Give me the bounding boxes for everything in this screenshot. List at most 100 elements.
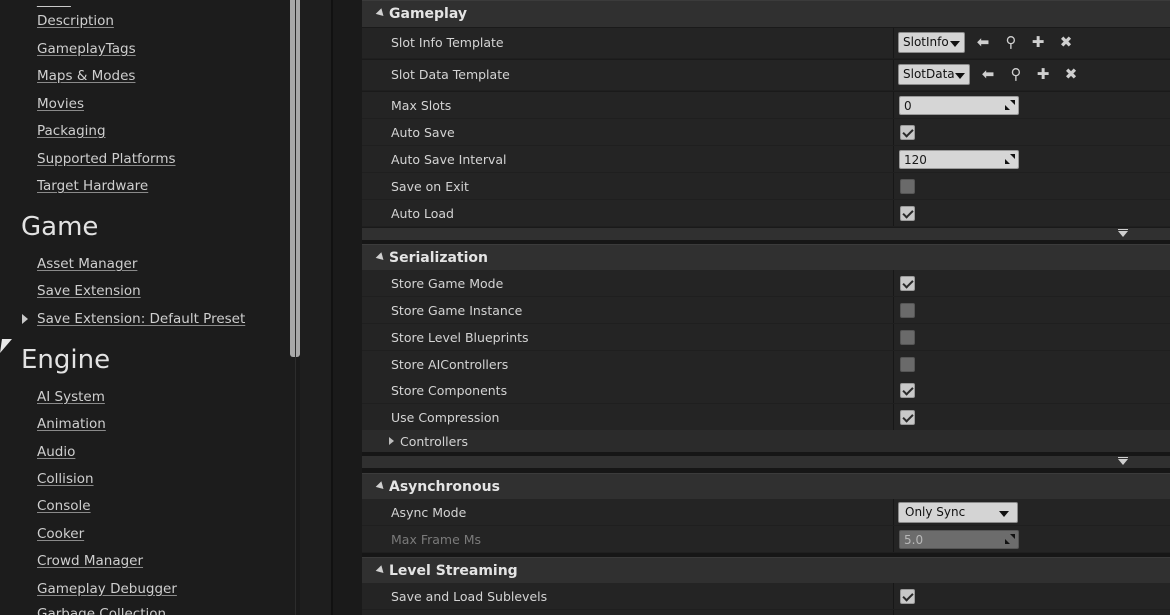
collapse-triangle-icon[interactable] bbox=[375, 252, 387, 263]
sidebar-item-animation[interactable]: Animation bbox=[37, 416, 106, 432]
property-label: Auto Save bbox=[391, 125, 455, 140]
property-row-auto-save: Auto Save bbox=[362, 119, 1170, 146]
property-row-slot-data-template: Slot Data Template SlotData ⬅ ⚲ ✚ ✖ bbox=[362, 60, 1170, 91]
sidebar-item-gameplay-debugger[interactable]: Gameplay Debugger bbox=[37, 581, 177, 597]
divider bbox=[893, 270, 894, 296]
panel-gutter bbox=[300, 0, 332, 615]
arrow-left-icon[interactable]: ⬅ bbox=[974, 33, 992, 51]
sidebar-item-supported-platforms[interactable]: Supported Platforms bbox=[37, 151, 176, 167]
store-aicontrollers-checkbox[interactable] bbox=[900, 357, 915, 372]
mouse-cursor-icon bbox=[0, 339, 12, 353]
sidebar-item-cooker[interactable]: Cooker bbox=[37, 526, 84, 542]
save-on-exit-checkbox[interactable] bbox=[900, 179, 915, 194]
sidebar-item-collision[interactable]: Collision bbox=[37, 471, 94, 487]
property-row-store-components: Store Components bbox=[362, 377, 1170, 404]
sidebar-heading-game: Game bbox=[21, 212, 99, 242]
sidebar-item-crowd-manager[interactable]: Crowd Manager bbox=[37, 553, 143, 569]
resize-grip-icon[interactable] bbox=[1005, 154, 1015, 164]
arrow-left-icon[interactable]: ⬅ bbox=[979, 65, 997, 83]
auto-save-interval-spinbox[interactable]: 120 bbox=[899, 150, 1019, 169]
divider bbox=[893, 377, 894, 403]
sidebar-item-target-hardware[interactable]: Target Hardware bbox=[37, 178, 148, 194]
save-and-load-sublevels-checkbox[interactable] bbox=[900, 589, 915, 604]
divider bbox=[893, 28, 894, 58]
property-label: Store AIControllers bbox=[391, 357, 509, 372]
use-compression-checkbox[interactable] bbox=[900, 410, 915, 425]
search-icon[interactable]: ⚲ bbox=[1007, 65, 1025, 83]
divider bbox=[893, 583, 894, 609]
section-header-serialization[interactable]: Serialization bbox=[362, 244, 1170, 270]
expand-advanced-icon[interactable] bbox=[1118, 457, 1128, 465]
collapse-triangle-icon[interactable] bbox=[375, 481, 387, 492]
property-label: Save and Load Sublevels bbox=[391, 589, 548, 604]
details-panel: Gameplay Slot Info Template SlotInfo ⬅ ⚲… bbox=[333, 0, 1170, 615]
divider bbox=[893, 146, 894, 172]
divider bbox=[893, 200, 894, 226]
sidebar-item-save-extension[interactable]: Save Extension bbox=[37, 283, 141, 299]
sidebar-heading-engine: Engine bbox=[21, 345, 111, 375]
property-label: Max Slots bbox=[391, 98, 452, 113]
max-frame-ms-spinbox: 5.0 bbox=[899, 530, 1019, 549]
divider bbox=[893, 324, 894, 350]
property-row-store-aicontrollers: Store AIControllers bbox=[362, 351, 1170, 378]
resize-grip-icon bbox=[1005, 534, 1015, 544]
spinbox-value: 120 bbox=[904, 153, 927, 167]
dropdown-value: SlotInfo bbox=[903, 35, 949, 49]
slot-info-class-dropdown[interactable]: SlotInfo bbox=[898, 32, 965, 53]
divider bbox=[893, 351, 894, 377]
sidebar-item-maps-modes[interactable]: Maps & Modes bbox=[37, 68, 135, 84]
property-label: Store Components bbox=[391, 383, 508, 398]
section-footer-gameplay[interactable] bbox=[362, 228, 1170, 240]
max-slots-spinbox[interactable]: 0 bbox=[899, 96, 1019, 115]
property-row-auto-save-interval: Auto Save Interval 120 bbox=[362, 146, 1170, 173]
expand-advanced-icon[interactable] bbox=[1118, 229, 1128, 237]
sidebar-item-audio[interactable]: Audio bbox=[37, 444, 75, 460]
expand-arrow-icon[interactable] bbox=[22, 314, 28, 324]
property-row-max-slots: Max Slots 0 bbox=[362, 92, 1170, 119]
async-mode-dropdown[interactable]: Only Sync bbox=[898, 502, 1018, 523]
divider bbox=[893, 119, 894, 145]
sidebar-item-save-extension-default-preset[interactable]: Save Extension: Default Preset bbox=[37, 311, 245, 327]
auto-load-checkbox[interactable] bbox=[900, 206, 915, 221]
store-level-blueprints-checkbox[interactable] bbox=[900, 330, 915, 345]
sidebar-item-packaging[interactable]: Packaging bbox=[37, 123, 106, 139]
property-label: Save on Exit bbox=[391, 179, 469, 194]
sidebar-item-description[interactable]: Description bbox=[37, 13, 114, 29]
divider bbox=[893, 499, 894, 525]
slot-data-class-dropdown[interactable]: SlotData bbox=[898, 64, 970, 85]
x-icon[interactable]: ✖ bbox=[1062, 65, 1080, 83]
section-title: Asynchronous bbox=[389, 479, 500, 495]
store-game-instance-checkbox[interactable] bbox=[900, 303, 915, 318]
property-group-controllers[interactable]: Controllers bbox=[362, 430, 1170, 452]
sidebar-item-asset-manager[interactable]: Asset Manager bbox=[37, 256, 137, 272]
search-icon[interactable]: ⚲ bbox=[1002, 33, 1020, 51]
plus-icon[interactable]: ✚ bbox=[1029, 33, 1047, 51]
spinbox-value: 0 bbox=[904, 99, 912, 113]
property-label: Max Frame Ms bbox=[391, 532, 482, 547]
property-label: Auto Save Interval bbox=[391, 152, 507, 167]
x-icon[interactable]: ✖ bbox=[1057, 33, 1075, 51]
expand-arrow-icon[interactable] bbox=[389, 437, 394, 445]
section-header-asynchronous[interactable]: Asynchronous bbox=[362, 473, 1170, 499]
sidebar-item-partial[interactable]: _____ bbox=[37, 0, 71, 8]
section-footer-serialization[interactable] bbox=[362, 456, 1170, 468]
store-game-mode-checkbox[interactable] bbox=[900, 276, 915, 291]
section-header-gameplay[interactable]: Gameplay bbox=[362, 0, 1170, 27]
section-title: Serialization bbox=[389, 250, 488, 266]
plus-icon[interactable]: ✚ bbox=[1034, 65, 1052, 83]
sidebar-item-console[interactable]: Console bbox=[37, 498, 91, 514]
section-header-level-streaming[interactable]: Level Streaming bbox=[362, 557, 1170, 583]
collapse-triangle-icon[interactable] bbox=[375, 8, 387, 19]
property-row-use-compression: Use Compression bbox=[362, 404, 1170, 431]
store-components-checkbox[interactable] bbox=[900, 383, 915, 398]
sidebar-item-movies[interactable]: Movies bbox=[37, 96, 84, 112]
collapse-triangle-icon[interactable] bbox=[375, 565, 387, 576]
property-label: Use Compression bbox=[391, 410, 500, 425]
sidebar-item-garbage-collection[interactable]: Garbage Collection bbox=[37, 606, 166, 615]
auto-save-checkbox[interactable] bbox=[900, 125, 915, 140]
resize-grip-icon[interactable] bbox=[1005, 100, 1015, 110]
property-row-store-game-instance: Store Game Instance bbox=[362, 297, 1170, 324]
sidebar-item-gameplaytags[interactable]: GameplayTags bbox=[37, 41, 136, 57]
sidebar-item-ai-system[interactable]: AI System bbox=[37, 389, 105, 405]
chevron-down-icon bbox=[950, 41, 960, 47]
